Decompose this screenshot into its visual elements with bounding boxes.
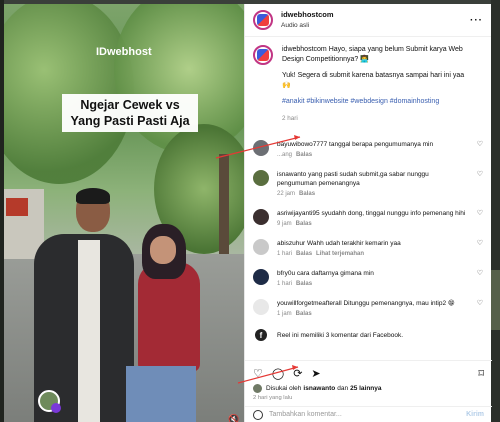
background-right	[491, 0, 500, 422]
commenter-avatar[interactable]	[253, 170, 269, 186]
more-options-icon[interactable]: ···	[470, 15, 483, 26]
video-watermark: IDwebhost	[96, 46, 152, 58]
comment-username[interactable]: isnawanto	[277, 171, 306, 178]
facebook-icon: f	[255, 329, 267, 341]
comment-username[interactable]: asriwijayanti95	[277, 210, 320, 217]
account-avatar[interactable]	[253, 10, 273, 30]
caption-username[interactable]: idwebhostcom	[282, 46, 327, 53]
heart-icon[interactable]: ♡	[253, 367, 263, 380]
badge-icon	[51, 403, 61, 413]
post-caption: idwebhostcom Hayo, siapa yang belum Subm…	[253, 45, 483, 130]
bookmark-icon[interactable]: ⌑	[478, 367, 484, 380]
account-name[interactable]: idwebhostcom	[281, 9, 470, 20]
comment-text: cara daftarnya gimana min	[296, 270, 374, 277]
comment-username[interactable]: bfry0u	[277, 270, 295, 277]
comment-time: 9 jam	[277, 221, 292, 227]
audio-label[interactable]: Audio asli	[281, 20, 470, 31]
comment-like-icon[interactable]: ♡	[477, 239, 483, 247]
post-header: idwebhostcom Audio asli ···	[245, 4, 491, 37]
caption-time: 2 hari	[282, 114, 298, 122]
reel-video[interactable]: IDwebhost Ngejar Cewek vs Yang Pasti Pas…	[4, 4, 244, 422]
add-comment-bar: Tambahkan komentar... Kirim	[245, 406, 492, 422]
comment-item: youwillforgetmeafterall Ditunggu pemenan…	[253, 299, 483, 319]
comment-like-icon[interactable]: ♡	[477, 140, 483, 148]
comment-item: abiszuhur Wahh udah terakhir kemarin yaa…	[253, 239, 483, 259]
emoji-icon[interactable]	[253, 409, 263, 420]
comment-item: bfry0u cara daftarnya gimana min 1 hari B…	[253, 269, 483, 289]
post-date: 2 hari yang lalu	[253, 395, 293, 401]
reply-button[interactable]: Balas	[296, 152, 312, 158]
comment-time: ...ang	[277, 152, 293, 158]
action-bar: ♡ ◯ ⟳ ➤ ⌑ Disukai oleh isnawanto dan 25 …	[245, 360, 492, 401]
comment-like-icon[interactable]: ♡	[477, 170, 483, 178]
comment-username[interactable]: bayuwibowo7777	[277, 141, 327, 148]
facebook-comments-note[interactable]: f Reel ini memiliki 3 komentar dari Face…	[253, 329, 483, 341]
video-caption: Ngejar Cewek vs Yang Pasti Pasti Aja	[62, 94, 198, 132]
reply-button[interactable]: Balas	[296, 251, 312, 257]
instagram-reel-view: IDwebhost Ngejar Cewek vs Yang Pasti Pas…	[0, 0, 500, 422]
likes-summary[interactable]: Disukai oleh isnawanto dan 25 lainnya	[253, 384, 484, 393]
reply-button[interactable]: Balas	[296, 311, 312, 317]
share-icon[interactable]: ➤	[311, 367, 320, 380]
comment-text: Ditunggu pemenangnya, mau intip2 😁	[343, 300, 455, 307]
comment-text: tanggal berapa pengumumanya min	[329, 141, 434, 148]
commenter-avatar[interactable]	[253, 209, 269, 225]
commenter-avatar[interactable]	[253, 140, 269, 156]
post-comment-button[interactable]: Kirim	[466, 411, 484, 418]
commenter-avatar[interactable]	[253, 239, 269, 255]
comment-like-icon[interactable]: ♡	[477, 269, 483, 277]
translate-link[interactable]: Lihat terjemahan	[316, 251, 364, 257]
caption-hashtags[interactable]: #anakit #bikinwebsite #webdesign #domain…	[282, 97, 472, 107]
comment-item: bayuwibowo7777 tanggal berapa pengumuman…	[253, 140, 483, 160]
comment-time: 1 jam	[277, 311, 292, 317]
volume-icon[interactable]: 🔇	[228, 414, 239, 422]
caption-text-2: Yuk! Segera di submit karena batasnya sa…	[282, 72, 465, 89]
comment-username[interactable]: abiszuhur	[277, 240, 305, 247]
post-panel: idwebhostcom Audio asli ··· idwebhostcom…	[244, 4, 492, 422]
comment-item: isnawanto yang pasti sudah submit,ga sab…	[253, 170, 483, 199]
comment-like-icon[interactable]: ♡	[477, 209, 483, 217]
comment-icon[interactable]: ◯	[272, 367, 284, 380]
comment-input[interactable]: Tambahkan komentar...	[269, 411, 342, 418]
comment-time: 1 hari	[277, 281, 293, 287]
commenter-avatar[interactable]	[253, 269, 269, 285]
repost-icon[interactable]: ⟳	[293, 367, 302, 380]
comment-username[interactable]: youwillforgetmeafterall	[277, 300, 342, 307]
reply-button[interactable]: Balas	[296, 281, 312, 287]
comments-area: idwebhostcom Hayo, siapa yang belum Subm…	[245, 37, 491, 359]
comment-item: asriwijayanti95 syudahh dong, tinggal nu…	[253, 209, 483, 229]
comment-time: 1 hari	[277, 251, 293, 257]
reply-button[interactable]: Balas	[299, 191, 315, 197]
comment-time: 22 jam	[277, 191, 296, 197]
comment-text: Wahh udah terakhir kemarin yaa	[307, 240, 401, 247]
liker-avatar	[253, 384, 262, 393]
commenter-avatar[interactable]	[253, 299, 269, 315]
caption-avatar[interactable]	[253, 45, 273, 65]
comment-like-icon[interactable]: ♡	[477, 299, 483, 307]
comment-text: syudahh dong, tinggal nunggu info pemena…	[321, 210, 466, 217]
reply-button[interactable]: Balas	[296, 221, 312, 227]
